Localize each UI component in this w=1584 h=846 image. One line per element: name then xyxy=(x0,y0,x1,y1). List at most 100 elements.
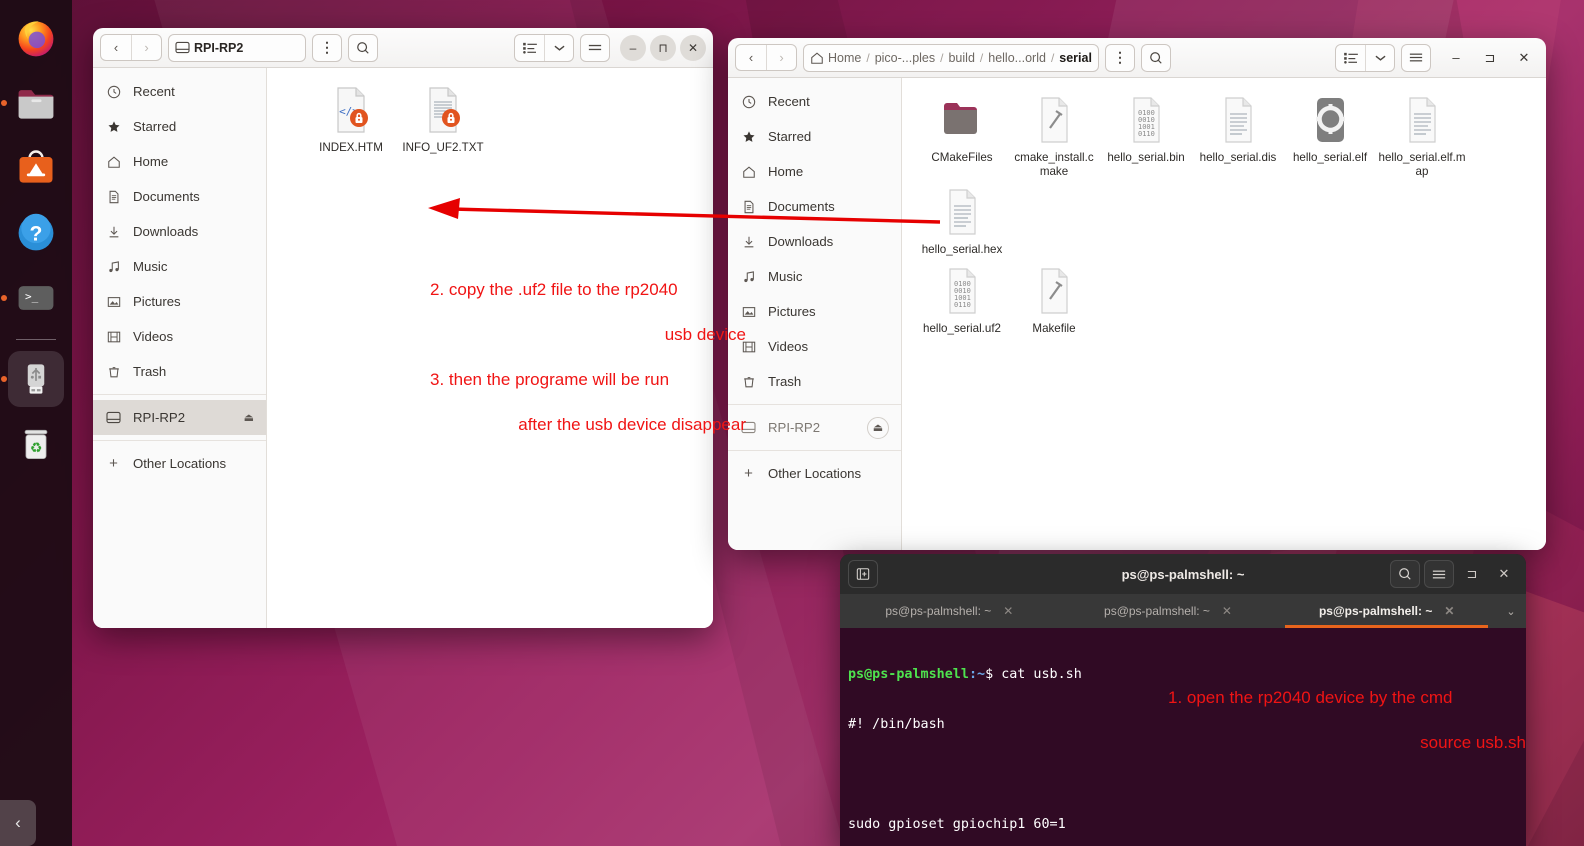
sidebar-divider xyxy=(93,394,266,395)
sidebar-item-documents[interactable]: Documents xyxy=(93,179,266,214)
file-item[interactable]: hello_serial.hex xyxy=(916,182,1008,261)
close-tab-icon[interactable]: ✕ xyxy=(1003,604,1013,618)
hamburger-icon xyxy=(1432,570,1446,578)
dock-item-help[interactable]: ? xyxy=(8,205,64,261)
file-item[interactable]: Makefile xyxy=(1008,261,1100,340)
terminal-tab[interactable]: ps@ps-palmshell: ~ ✕ xyxy=(840,594,1059,628)
dock-item-terminal[interactable]: >_ xyxy=(1,270,64,326)
sidebar-item-music[interactable]: Music xyxy=(728,259,901,294)
home-icon xyxy=(811,52,823,64)
sidebar-item-downloads[interactable]: Downloads xyxy=(93,214,266,249)
breadcrumb-item-build[interactable]: build xyxy=(948,51,974,65)
sidebar-item-documents[interactable]: Documents xyxy=(728,189,901,224)
sidebar-item-home[interactable]: Home xyxy=(728,154,901,189)
maximize-button[interactable]: ⊐ xyxy=(1475,44,1505,72)
file-item[interactable]: hello_serial.elf xyxy=(1284,90,1376,182)
search-icon xyxy=(1399,568,1411,580)
back-button[interactable]: ‹ xyxy=(101,35,131,60)
sidebar-item-trash[interactable]: Trash xyxy=(728,364,901,399)
sidebar-item-trash[interactable]: Trash xyxy=(93,354,266,389)
new-tab-button[interactable] xyxy=(848,560,878,588)
terminal-tab-bar: ps@ps-palmshell: ~ ✕ ps@ps-palmshell: ~ … xyxy=(840,594,1526,628)
eject-icon[interactable]: ⏏ xyxy=(244,411,254,424)
sidebar-item-videos[interactable]: Videos xyxy=(93,319,266,354)
main-menu-button[interactable] xyxy=(580,33,610,62)
view-options-button[interactable] xyxy=(544,34,573,61)
file-item[interactable]: 0100 0010 1001 0110 hello_serial.bin xyxy=(1100,90,1192,182)
close-button[interactable]: ✕ xyxy=(1509,44,1539,72)
file-item[interactable]: 0100 0010 1001 0110 hello_serial.uf2 xyxy=(916,261,1008,340)
minimize-button[interactable]: – xyxy=(620,34,646,61)
close-button[interactable]: ✕ xyxy=(680,34,706,61)
file-item[interactable]: CMakeFiles xyxy=(916,90,1008,182)
main-menu-button[interactable] xyxy=(1424,560,1454,588)
build-file-icon xyxy=(1030,94,1078,146)
breadcrumb-separator: / xyxy=(866,50,870,65)
search-button[interactable] xyxy=(348,33,378,62)
file-item[interactable]: cmake_install.cmake xyxy=(1008,90,1100,182)
terminal-output[interactable]: ps@ps-palmshell:~$ cat usb.sh #! /bin/ba… xyxy=(840,628,1526,846)
sidebar-item-music[interactable]: Music xyxy=(93,249,266,284)
running-indicator xyxy=(1,376,7,382)
dock-item-trash[interactable]: ♻ xyxy=(8,416,64,472)
breadcrumb-item-hello-world[interactable]: hello...orld xyxy=(988,51,1046,65)
search-button[interactable] xyxy=(1140,43,1171,72)
sidebar-item-home[interactable]: Home xyxy=(93,144,266,179)
sidebar-item-videos[interactable]: Videos xyxy=(728,329,901,364)
eject-icon[interactable]: ⏏ xyxy=(867,416,889,439)
dock-item-ubuntu-software[interactable] xyxy=(8,140,64,196)
sidebar-item-starred[interactable]: Starred xyxy=(728,119,901,154)
download-icon xyxy=(105,225,122,239)
forward-button[interactable]: › xyxy=(131,35,161,60)
svg-text:>_: >_ xyxy=(25,290,39,303)
sidebar-item-pictures[interactable]: Pictures xyxy=(93,284,266,319)
terminal-tab[interactable]: ps@ps-palmshell: ~ ✕ xyxy=(1059,594,1278,628)
sidebar-item-other-locations[interactable]: + Other Locations xyxy=(728,456,901,491)
breadcrumb-item-pico-examples[interactable]: pico-...ples xyxy=(875,51,935,65)
sidebar-item-rpi-rp2[interactable]: RPI-RP2 ⏏ xyxy=(93,400,266,435)
plus-icon: + xyxy=(109,455,118,472)
dock-item-rpi-rp2[interactable] xyxy=(1,351,64,407)
maximize-button[interactable]: ⊓ xyxy=(650,34,676,61)
trash-icon xyxy=(105,365,122,379)
file-item[interactable]: INFO_UF2.TXT xyxy=(397,80,489,159)
main-menu-button[interactable] xyxy=(1401,43,1431,72)
sidebar-item-recent[interactable]: Recent xyxy=(93,74,266,109)
file-item[interactable]: hello_serial.elf.map xyxy=(1376,90,1468,182)
maximize-button[interactable]: ⊐ xyxy=(1458,560,1486,588)
close-tab-icon[interactable]: ✕ xyxy=(1444,604,1454,618)
list-view-button[interactable] xyxy=(1336,45,1365,71)
path-bar-rpi[interactable]: RPI-RP2 xyxy=(168,33,306,62)
path-menu-button[interactable]: ⋮ xyxy=(312,33,342,62)
view-options-button[interactable] xyxy=(1365,44,1394,71)
dock-item-files[interactable] xyxy=(1,75,64,131)
sidebar-item-pictures[interactable]: Pictures xyxy=(728,294,901,329)
breadcrumb-item-home[interactable]: Home xyxy=(828,51,861,65)
sidebar-item-downloads[interactable]: Downloads xyxy=(728,224,901,259)
breadcrumb-item-serial[interactable]: serial xyxy=(1059,51,1092,65)
sidebar-item-rpi-rp2[interactable]: RPI-RP2 ⏏ xyxy=(728,410,901,445)
sidebar-item-other-locations[interactable]: + Other Locations xyxy=(93,446,266,481)
list-view-button[interactable] xyxy=(515,35,544,61)
download-icon xyxy=(740,235,757,249)
close-button[interactable]: ✕ xyxy=(1490,560,1518,588)
back-button[interactable]: ‹ xyxy=(736,45,766,70)
tab-list-button[interactable]: ⌄ xyxy=(1496,594,1526,628)
search-button[interactable] xyxy=(1390,560,1420,588)
dock-item-firefox[interactable] xyxy=(8,10,64,66)
terminal-tab-active[interactable]: ps@ps-palmshell: ~ ✕ xyxy=(1277,594,1496,628)
ubuntu-software-icon xyxy=(19,150,53,183)
breadcrumb[interactable]: Home / pico-...ples / build / hello...or… xyxy=(803,43,1099,72)
window-controls-serial: – ⊐ ✕ xyxy=(1441,44,1539,72)
forward-button[interactable]: › xyxy=(766,45,796,70)
minimize-button[interactable]: – xyxy=(1441,44,1471,72)
file-item[interactable]: hello_serial.dis xyxy=(1192,90,1284,182)
sidebar-item-starred[interactable]: Starred xyxy=(93,109,266,144)
close-tab-icon[interactable]: ✕ xyxy=(1222,604,1232,618)
path-menu-button[interactable]: ⋮ xyxy=(1104,43,1135,72)
window-body-rpi: Recent Starred Home Documents Downloads … xyxy=(93,68,713,628)
show-applications-button[interactable]: ‹ xyxy=(0,800,36,846)
sidebar-item-recent[interactable]: Recent xyxy=(728,84,901,119)
prompt-user: ps@ps-palmshell xyxy=(848,667,969,683)
file-item[interactable]: </> INDEX.HTM xyxy=(305,80,397,159)
